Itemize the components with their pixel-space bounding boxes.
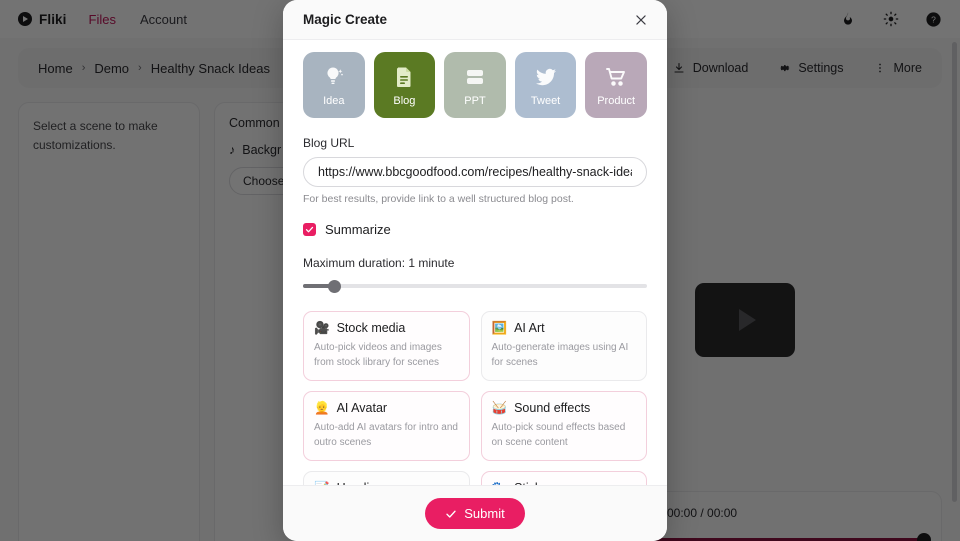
feature-card-stickers[interactable]: 🐾 Stickers Auto-pick animated stickers f…	[480, 471, 647, 485]
feature-title-row: 🥁 Sound effects	[492, 401, 637, 415]
feature-description: Auto-pick videos and images from stock l…	[314, 342, 442, 368]
feature-card-grid: 🎥 Stock media Auto-pick videos and image…	[303, 311, 647, 485]
movie-camera-icon: 🎥	[314, 320, 330, 335]
mode-label-idea: Idea	[323, 94, 345, 107]
summarize-label: Summarize	[325, 222, 391, 237]
person-icon: 👱	[314, 400, 330, 415]
slides-icon	[462, 64, 488, 90]
screen: Fliki Files Account ? Home › Demo › Heal	[0, 0, 960, 541]
feature-title-row: 🖼️ AI Art	[492, 321, 637, 335]
blog-url-input[interactable]	[303, 157, 647, 187]
max-duration-label: Maximum duration: 1 minute	[303, 256, 455, 270]
submit-button[interactable]: Submit	[425, 498, 525, 529]
lightbulb-icon	[321, 64, 347, 90]
summarize-row[interactable]: Summarize	[303, 222, 647, 237]
mode-tile-ppt[interactable]: PPT	[444, 52, 506, 118]
feature-card-stock-media[interactable]: 🎥 Stock media Auto-pick videos and image…	[303, 311, 470, 381]
document-icon	[391, 64, 417, 90]
modal-title: Magic Create	[303, 12, 388, 27]
feature-title: Sound effects	[514, 401, 591, 415]
slider-handle[interactable]	[327, 279, 341, 293]
mode-label-tweet: Tweet	[530, 94, 561, 107]
mode-tile-tweet[interactable]: Tweet	[514, 52, 577, 118]
feature-card-ai-art[interactable]: 🖼️ AI Art Auto-generate images using AI …	[480, 311, 647, 381]
create-mode-tabs: Idea Blog PPT Tweet Product	[303, 52, 647, 118]
feature-title: AI Art	[514, 321, 545, 335]
mode-tile-blog[interactable]: Blog	[373, 52, 436, 118]
feature-card-headings[interactable]: 📝 Headings Auto-add headings based on sc…	[303, 471, 470, 485]
max-duration-slider[interactable]	[303, 279, 647, 293]
feature-description: Auto-generate images using AI for scenes	[491, 342, 629, 368]
summarize-checkbox[interactable]	[303, 223, 316, 236]
blog-url-hint: For best results, provide link to a well…	[303, 193, 574, 205]
magic-create-modal: Magic Create Idea Blog PPT Tweet Product…	[283, 0, 667, 541]
feature-card-ai-avatar[interactable]: 👱 AI Avatar Auto-add AI avatars for intr…	[303, 391, 470, 461]
feature-title: Stock media	[336, 321, 406, 335]
modal-footer: Submit	[283, 485, 667, 541]
feature-description: Auto-pick sound effects based on scene c…	[491, 422, 626, 448]
mode-label-product: Product	[597, 94, 636, 107]
feature-title-row: 🎥 Stock media	[314, 321, 459, 335]
modal-body: Idea Blog PPT Tweet Product Blog URL htt…	[283, 40, 667, 485]
mode-tile-idea[interactable]: Idea	[303, 52, 365, 118]
twitter-icon	[533, 64, 559, 90]
cart-icon	[603, 64, 629, 90]
blog-url-label: Blog URL	[303, 136, 355, 150]
submit-label: Submit	[464, 506, 505, 521]
modal-header: Magic Create	[283, 0, 667, 40]
mode-label-blog: Blog	[393, 94, 416, 107]
check-icon	[446, 510, 456, 518]
drum-icon: 🥁	[491, 400, 508, 415]
slider-track	[303, 284, 647, 288]
feature-card-sound-effects[interactable]: 🥁 Sound effects Auto-pick sound effects …	[480, 391, 647, 461]
mode-label-ppt: PPT	[464, 94, 486, 107]
feature-title-row: 👱 AI Avatar	[314, 401, 459, 415]
mode-tile-product[interactable]: Product	[585, 52, 647, 118]
close-icon[interactable]	[631, 10, 651, 30]
feature-title: AI Avatar	[336, 401, 388, 415]
feature-description: Auto-add AI avatars for intro and outro …	[314, 422, 458, 448]
framed-picture-icon: 🖼️	[491, 320, 508, 335]
